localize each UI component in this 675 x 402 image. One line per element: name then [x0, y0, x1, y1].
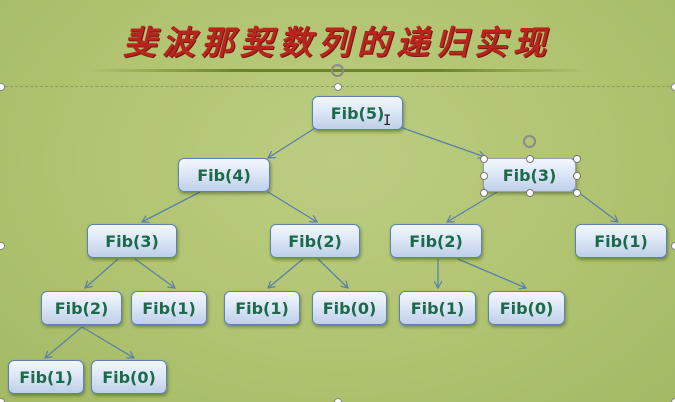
- node-fib2-right[interactable]: Fib(2): [390, 224, 482, 258]
- edge-2b-1: [268, 258, 304, 288]
- sel-handle-tl[interactable]: [480, 155, 488, 163]
- edge-2b-0: [317, 258, 348, 288]
- tree-edges: [0, 126, 675, 402]
- edge-5-3: [399, 126, 485, 157]
- sel-handle-bl[interactable]: [480, 189, 488, 197]
- node-fib4[interactable]: Fib(4): [178, 158, 270, 192]
- text-cursor-icon: I: [383, 113, 392, 129]
- sel-handle-tr[interactable]: [573, 155, 581, 163]
- node-fib1-right[interactable]: Fib(1): [575, 224, 667, 258]
- node-fib1-c[interactable]: Fib(1): [399, 291, 476, 325]
- edge-2a-1: [45, 326, 83, 358]
- node-fib3-left[interactable]: Fib(3): [87, 224, 177, 258]
- edge-5-4: [268, 127, 316, 158]
- edge-2c-0: [457, 258, 526, 288]
- node-fib2-left[interactable]: Fib(2): [41, 291, 122, 325]
- node-fib2-middle[interactable]: Fib(2): [270, 224, 360, 258]
- edge-3-2: [447, 191, 498, 222]
- slide-canvas[interactable]: 斐波那契数列的递归实现 Fib(5) Fib(4) Fib(3) Fib(3) …: [0, 0, 675, 402]
- edge-3-1: [577, 191, 618, 222]
- node-fib3-right[interactable]: Fib(3): [483, 158, 576, 192]
- node-fib1-d[interactable]: Fib(1): [8, 360, 84, 394]
- edge-4-3: [142, 191, 201, 222]
- node-fib1-a[interactable]: Fib(1): [131, 291, 207, 325]
- edge-3l-1: [134, 258, 175, 288]
- node-fib0-c[interactable]: Fib(0): [91, 360, 167, 394]
- edge-2a-0: [81, 326, 134, 358]
- node-fib0-b[interactable]: Fib(0): [488, 291, 565, 325]
- edge-4-2: [267, 191, 317, 222]
- sel-handle-t[interactable]: [526, 155, 534, 163]
- sel-handle-b[interactable]: [526, 189, 534, 197]
- sel-handle-r[interactable]: [573, 172, 581, 180]
- sel-handle-l[interactable]: [480, 172, 488, 180]
- node-fib1-b[interactable]: Fib(1): [224, 291, 300, 325]
- node-rotate-handle[interactable]: [523, 135, 536, 148]
- sel-handle-br[interactable]: [573, 189, 581, 197]
- edge-3l-2: [85, 258, 119, 288]
- node-fib0-a[interactable]: Fib(0): [312, 291, 387, 325]
